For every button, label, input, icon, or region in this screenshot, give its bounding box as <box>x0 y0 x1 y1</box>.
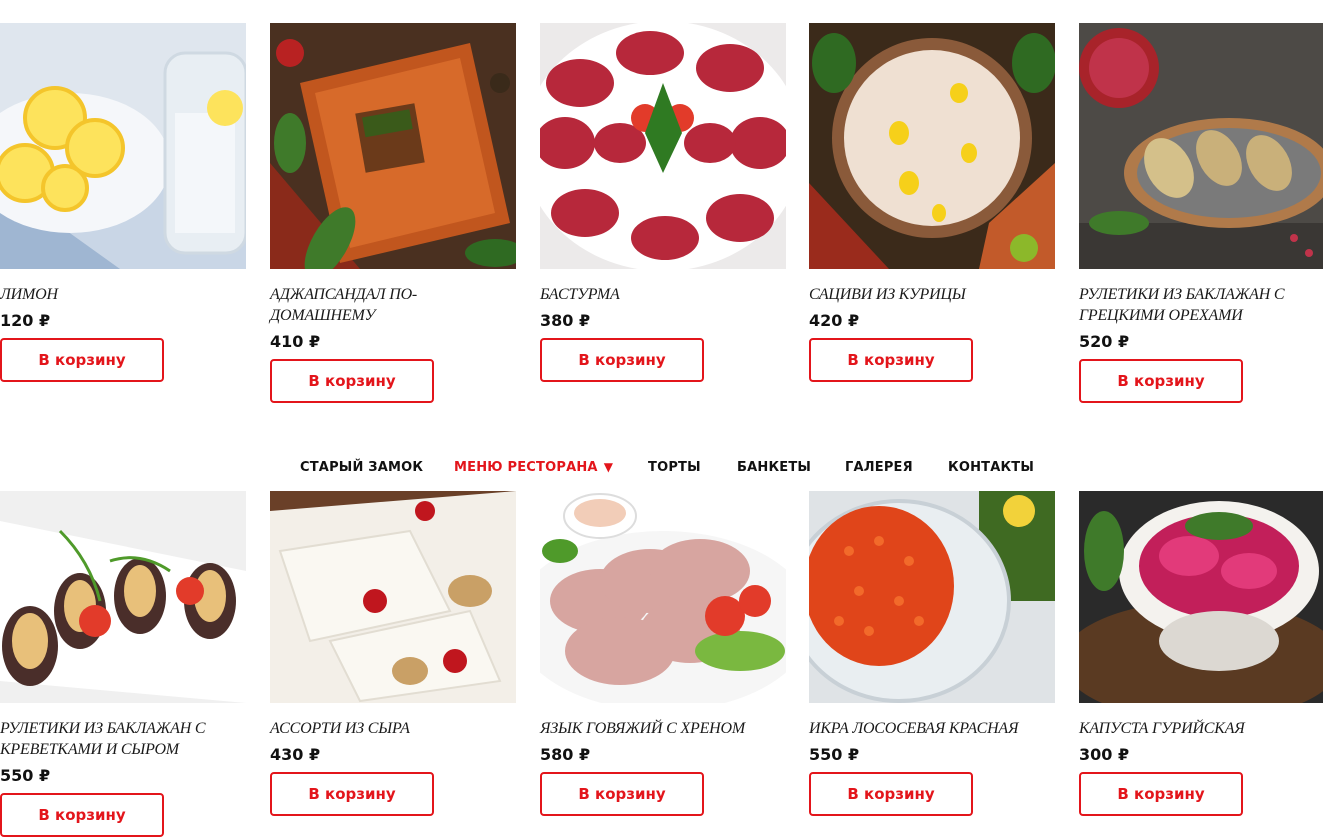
product-card-cheese-assorti: АССОРТИ ИЗ СЫРА 430 ₽ В корзину <box>270 491 516 816</box>
caret-down-icon: ▼ <box>603 460 614 474</box>
add-to-cart-button[interactable]: В корзину <box>809 338 973 382</box>
product-image[interactable] <box>0 23 246 269</box>
product-price: 550 ₽ <box>809 745 860 764</box>
product-card-eggplant-walnut: РУЛЕТИКИ ИЗ БАКЛАЖАН С ГРЕЦКИМИ ОРЕХАМИ … <box>1079 23 1323 403</box>
nav-item-cakes[interactable]: ТОРТЫ <box>648 460 701 475</box>
product-name: КАПУСТА ГУРИЙСКАЯ <box>1079 720 1245 737</box>
nav-item-label: МЕНЮ РЕСТОРАНА <box>454 460 598 475</box>
add-to-cart-button[interactable]: В корзину <box>540 772 704 816</box>
nav-item-restaurant-menu[interactable]: МЕНЮ РЕСТОРАНА ▼ <box>454 460 613 475</box>
product-price: 380 ₽ <box>540 311 591 330</box>
add-to-cart-button[interactable]: В корзину <box>1079 359 1243 403</box>
product-price: 580 ₽ <box>540 745 591 764</box>
product-name: ИКРА ЛОСОСЕВАЯ КРАСНАЯ <box>809 720 1019 737</box>
product-image[interactable] <box>809 23 1055 269</box>
product-name: САЦИВИ ИЗ КУРИЦЫ <box>809 286 966 303</box>
product-price: 430 ₽ <box>270 745 321 764</box>
main-navigation: СТАРЫЙ ЗАМОК МЕНЮ РЕСТОРАНА ▼ ТОРТЫ БАНКЕ… <box>0 455 1323 483</box>
product-name: ЛИМОН <box>0 286 58 303</box>
nav-item-contacts[interactable]: КОНТАКТЫ <box>948 460 1034 475</box>
product-card-eggplant-shrimp: РУЛЕТИКИ ИЗ БАКЛАЖАН С КРЕВЕТКАМИ И СЫРО… <box>0 491 246 837</box>
product-price: 410 ₽ <box>270 332 321 351</box>
add-to-cart-button[interactable]: В корзину <box>540 338 704 382</box>
nav-item-stary-zamok[interactable]: СТАРЫЙ ЗАМОК <box>300 460 423 475</box>
nav-item-gallery[interactable]: ГАЛЕРЕЯ <box>845 460 913 475</box>
add-to-cart-button[interactable]: В корзину <box>809 772 973 816</box>
nav-item-banquets[interactable]: БАНКЕТЫ <box>737 460 811 475</box>
product-name: АССОРТИ ИЗ СЫРА <box>270 720 410 737</box>
product-card-gurian-cabbage: КАПУСТА ГУРИЙСКАЯ 300 ₽ В корзину <box>1079 491 1323 816</box>
product-image[interactable] <box>1079 491 1323 703</box>
product-card-lemon: ЛИМОН 120 ₽ В корзину <box>0 23 246 382</box>
add-to-cart-button[interactable]: В корзину <box>270 772 434 816</box>
product-image[interactable] <box>809 491 1055 703</box>
product-name: ЯЗЫК ГОВЯЖИЙ С ХРЕНОМ <box>540 720 745 737</box>
product-card-basturma: БАСТУРМА 380 ₽ В корзину <box>540 23 786 382</box>
product-image[interactable] <box>270 491 516 703</box>
product-image[interactable] <box>540 491 786 703</box>
product-card-ajapsandal: АДЖАПСАНДАЛ ПО-ДОМАШНЕМУ 410 ₽ В корзину <box>270 23 516 403</box>
add-to-cart-button[interactable]: В корзину <box>0 793 164 837</box>
product-price: 520 ₽ <box>1079 332 1130 351</box>
product-image[interactable] <box>0 491 246 703</box>
product-image[interactable] <box>270 23 516 269</box>
product-image[interactable] <box>1079 23 1323 269</box>
product-card-beef-tongue: ЯЗЫК ГОВЯЖИЙ С ХРЕНОМ 580 ₽ В корзину <box>540 491 786 816</box>
add-to-cart-button[interactable]: В корзину <box>0 338 164 382</box>
add-to-cart-button[interactable]: В корзину <box>270 359 434 403</box>
product-name: АДЖАПСАНДАЛ ПО-ДОМАШНЕМУ <box>270 286 418 324</box>
product-price: 420 ₽ <box>809 311 860 330</box>
product-price: 120 ₽ <box>0 311 51 330</box>
product-price: 550 ₽ <box>0 766 51 785</box>
add-to-cart-button[interactable]: В корзину <box>1079 772 1243 816</box>
product-card-satsivi: САЦИВИ ИЗ КУРИЦЫ 420 ₽ В корзину <box>809 23 1055 382</box>
product-name: РУЛЕТИКИ ИЗ БАКЛАЖАН С ГРЕЦКИМИ ОРЕХАМИ <box>1079 286 1285 324</box>
product-image[interactable] <box>540 23 786 269</box>
product-name: РУЛЕТИКИ ИЗ БАКЛАЖАН С КРЕВЕТКАМИ И СЫРО… <box>0 720 206 758</box>
product-name: БАСТУРМА <box>540 286 620 303</box>
product-card-red-caviar: ИКРА ЛОСОСЕВАЯ КРАСНАЯ 550 ₽ В корзину <box>809 491 1055 816</box>
product-price: 300 ₽ <box>1079 745 1130 764</box>
